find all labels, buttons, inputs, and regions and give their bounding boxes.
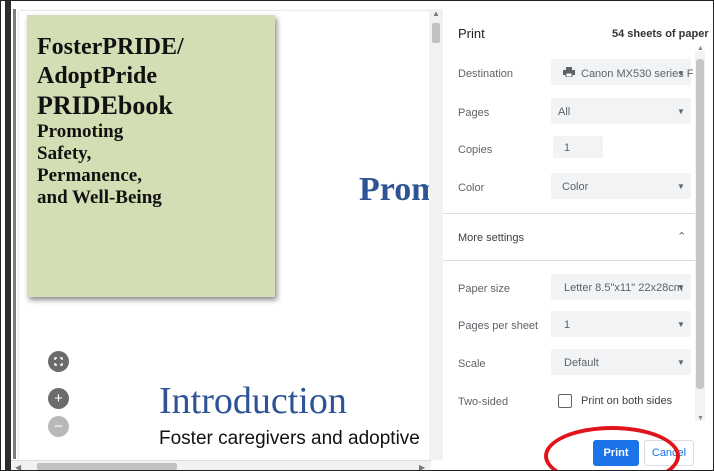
- pages-label: Pages: [458, 107, 490, 119]
- panel-scroll-down-icon[interactable]: ▼: [697, 415, 704, 422]
- copies-input[interactable]: [553, 136, 603, 158]
- horizontal-scroll-thumb[interactable]: [37, 463, 177, 470]
- fit-page-icon[interactable]: [48, 351, 69, 372]
- copies-value: 1: [564, 142, 571, 154]
- cover-line: AdoptPride: [37, 63, 157, 89]
- color-label: Color: [458, 182, 485, 194]
- two-sided-label: Two-sided: [458, 396, 509, 408]
- copies-label: Copies: [458, 144, 493, 156]
- print-both-sides-checkbox[interactable]: [558, 394, 572, 408]
- more-settings-toggle[interactable]: More settings: [458, 232, 524, 244]
- print-both-sides-label[interactable]: Print on both sides: [581, 395, 672, 407]
- pages-per-sheet-select[interactable]: [551, 311, 691, 337]
- cover-line: Permanence,: [37, 165, 142, 186]
- scroll-left-icon[interactable]: ◀: [15, 463, 21, 470]
- window-left-edge: [5, 1, 11, 470]
- destination-label: Destination: [458, 68, 514, 80]
- preview-body-text: Foster caregivers and adoptive: [159, 428, 420, 449]
- cover-line: Safety,: [37, 143, 92, 164]
- cover-line: FosterPRIDE/: [37, 34, 184, 60]
- scale-value: Default: [564, 357, 599, 369]
- chevron-down-icon: ▼: [677, 320, 685, 329]
- chevron-down-icon: ▼: [677, 107, 685, 116]
- cover-title: FosterPRIDE/ AdoptPride PRIDEbook Promot…: [37, 33, 267, 209]
- color-value: Color: [562, 181, 589, 193]
- preview-heading: Prom: [359, 171, 440, 208]
- paper-size-value: Letter 8.5"x11" 22x28cm: [564, 282, 683, 294]
- panel-title: Print: [458, 26, 485, 41]
- zoom-out-button[interactable]: −: [48, 416, 69, 437]
- chevron-down-icon: ▼: [677, 358, 685, 367]
- chevron-up-icon[interactable]: ⌃: [677, 230, 686, 243]
- cover-line: and Well-Being: [37, 187, 162, 208]
- scroll-up-icon[interactable]: ▲: [432, 9, 440, 18]
- panel-divider: [443, 213, 695, 214]
- preview-horizontal-scrollbar[interactable]: [11, 460, 431, 470]
- scale-label: Scale: [458, 358, 486, 370]
- chevron-down-icon: ▼: [677, 69, 685, 78]
- pages-select[interactable]: [551, 98, 691, 124]
- panel-divider: [443, 260, 695, 261]
- zoom-in-button[interactable]: +: [48, 388, 69, 409]
- preview-section-title: Introduction: [159, 380, 347, 422]
- print-dialog-window: FosterPRIDE/ AdoptPride PRIDEbook Promot…: [0, 0, 714, 471]
- printer-icon: [563, 67, 575, 77]
- sheet-count: 54 sheets of paper: [612, 28, 709, 40]
- cover-line: Promoting: [37, 121, 124, 142]
- paper-size-label: Paper size: [458, 283, 510, 295]
- vertical-scroll-thumb[interactable]: [432, 23, 440, 43]
- preview-vertical-scrollbar[interactable]: ▲: [429, 9, 443, 460]
- scroll-right-icon[interactable]: ▶: [419, 463, 425, 470]
- chevron-down-icon: ▼: [677, 182, 685, 191]
- pages-value: All: [558, 106, 571, 118]
- chevron-down-icon: ▼: [677, 283, 685, 292]
- cover-line: PRIDEbook: [37, 91, 173, 120]
- panel-scroll-thumb[interactable]: [696, 59, 704, 389]
- panel-scrollbar[interactable]: [695, 51, 705, 421]
- preview-left-border: [13, 9, 16, 459]
- pages-per-sheet-value: 1: [564, 319, 571, 331]
- panel-scroll-up-icon[interactable]: ▲: [697, 45, 704, 52]
- pages-per-sheet-label: Pages per sheet: [458, 320, 539, 332]
